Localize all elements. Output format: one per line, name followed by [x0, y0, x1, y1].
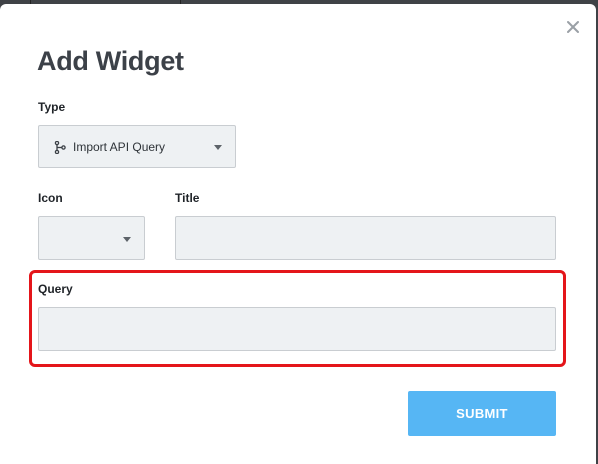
add-widget-dialog: Add Widget Type Import API Query Icon Ti… [0, 4, 596, 464]
title-input[interactable] [175, 216, 556, 260]
dialog-title: Add Widget [37, 46, 184, 76]
title-label: Title [175, 191, 200, 205]
type-select[interactable]: Import API Query [38, 125, 236, 168]
icon-label: Icon [38, 191, 63, 205]
chevron-down-icon [214, 145, 222, 150]
close-icon[interactable] [564, 18, 582, 36]
submit-button[interactable]: SUBMIT [408, 391, 556, 436]
chevron-down-icon [123, 237, 131, 242]
query-input[interactable] [38, 307, 556, 351]
close-button[interactable] [564, 18, 582, 36]
type-label: Type [38, 100, 66, 114]
type-select-value: Import API Query [73, 140, 166, 154]
query-label: Query [38, 282, 73, 296]
icon-select[interactable] [38, 216, 145, 260]
branch-icon [54, 141, 66, 154]
